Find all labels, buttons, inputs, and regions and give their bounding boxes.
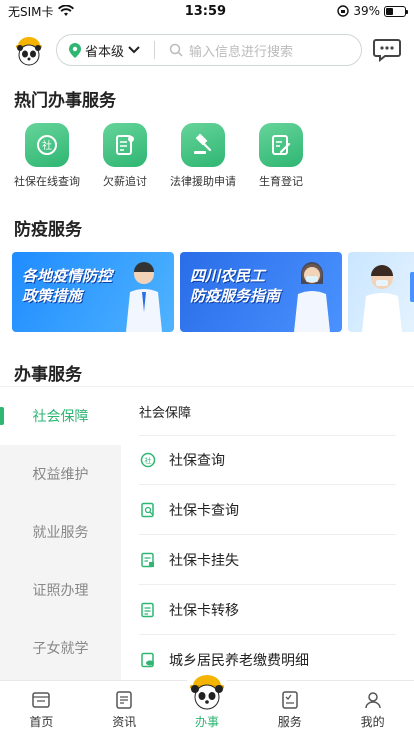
epidemic-banner-row: 各地疫情防控 政策措施 四川农民工 防疫服务指南: [0, 252, 414, 332]
service-label: 欠薪追讨: [103, 175, 147, 188]
region-selector[interactable]: 省本级: [69, 41, 140, 60]
category-employment[interactable]: 就业服务: [0, 503, 121, 561]
category-social-security[interactable]: 社会保障: [0, 387, 121, 445]
chat-bubble-icon: [373, 39, 401, 62]
card-report-icon: [141, 552, 154, 567]
search-bar[interactable]: 省本级 输入信息进行搜索: [56, 34, 362, 66]
service-birth-registration[interactable]: 生育登记: [242, 123, 320, 189]
epidemic-banner-more[interactable]: [348, 252, 414, 332]
service-wage-claim[interactable]: 欠薪追讨: [86, 123, 164, 189]
svg-text:社: 社: [42, 139, 52, 152]
list-item-card-transfer[interactable]: 社保卡转移: [139, 585, 396, 635]
affairs-title: 办事服务: [14, 365, 82, 385]
list-item-card-report-loss[interactable]: 社保卡挂失: [139, 535, 396, 585]
epidemic-banner-policy[interactable]: 各地疫情防控 政策措施: [12, 252, 174, 332]
service-label: 生育登记: [259, 175, 303, 188]
doctor-illustration: [362, 265, 414, 332]
wage-document-icon: [116, 135, 134, 155]
epidemic-title: 防疫服务: [14, 220, 82, 240]
legal-gavel-icon: [194, 133, 212, 154]
tab-home[interactable]: 首页: [0, 681, 83, 736]
header: 省本级 输入信息进行搜索: [0, 22, 414, 78]
tab-news[interactable]: 资讯: [83, 681, 166, 736]
list-item-pension-details[interactable]: 城乡居民养老缴费明细: [139, 635, 396, 682]
battery-percent: 39%: [353, 4, 380, 18]
tab-service[interactable]: 服务: [248, 681, 331, 736]
tab-label: 我的: [360, 715, 385, 729]
tab-label: 办事: [194, 715, 219, 729]
region-label: 省本级: [85, 44, 125, 60]
category-license[interactable]: 证照办理: [0, 561, 121, 619]
list-item-label: 社保查询: [169, 453, 225, 469]
social-security-icon: 社: [37, 135, 57, 155]
registration-form-icon: [272, 135, 291, 155]
list-item-social-security-query[interactable]: 社 社保查询: [139, 435, 396, 485]
location-pin-icon: [69, 42, 81, 58]
epidemic-banner-guide[interactable]: 四川农民工 防疫服务指南: [180, 252, 342, 332]
list-item-label: 社保卡查询: [169, 502, 239, 519]
orientation-lock-icon: [337, 5, 350, 17]
mascot-avatar[interactable]: [12, 33, 46, 67]
list-heading: 社会保障: [139, 405, 192, 421]
service-icon: [282, 691, 298, 709]
pension-icon: [141, 652, 154, 667]
status-time: 13:59: [184, 3, 227, 19]
category-rights-protection[interactable]: 权益维护: [0, 445, 121, 503]
nurse-illustration: [294, 262, 330, 332]
wifi-icon: [57, 5, 74, 16]
service-legal-aid[interactable]: 法律援助申请: [164, 123, 242, 189]
news-icon: [116, 691, 132, 709]
message-button[interactable]: [372, 35, 402, 65]
banner-line: 各地疫情防控: [22, 267, 113, 285]
card-transfer-icon: [141, 602, 154, 617]
list-item-card-query[interactable]: 社保卡查询: [139, 485, 396, 535]
svg-text:社: 社: [145, 456, 152, 465]
doctor-illustration: [126, 262, 162, 332]
hot-services-title: 热门办事服务: [14, 91, 116, 111]
list-item-label: 社保卡挂失: [169, 552, 239, 569]
affairs-category-nav: 社会保障 权益维护 就业服务 证照办理 子女就学: [0, 387, 121, 682]
search-input[interactable]: 输入信息进行搜索: [189, 41, 349, 60]
list-item-label: 城乡居民养老缴费明细: [169, 652, 309, 669]
chevron-down-icon: [128, 46, 140, 54]
hot-services-row: 社 社保在线查询 欠薪追讨 法律援助申请 生育登记: [0, 123, 414, 189]
profile-icon: [364, 692, 381, 709]
service-label: 法律援助申请: [170, 175, 236, 188]
card-search-icon: [141, 502, 154, 517]
carrier-text: 无SIM卡: [8, 4, 54, 19]
battery-icon: [383, 5, 408, 17]
service-social-security-query[interactable]: 社 社保在线查询: [8, 123, 86, 189]
service-label: 社保在线查询: [14, 175, 80, 188]
affairs-item-list: 社会保障 社 社保查询 社保卡查询 社保卡挂失 社保卡转移 城乡居民养老缴费明细: [121, 387, 414, 682]
list-item-label: 社保卡转移: [169, 602, 239, 619]
banner-line: 四川农民工: [190, 267, 266, 285]
tab-label: 首页: [29, 715, 54, 729]
tab-label: 资讯: [112, 715, 137, 729]
banner-line: 政策措施: [22, 287, 83, 305]
home-icon: [32, 692, 51, 708]
tab-label: 服务: [277, 715, 302, 729]
tab-profile[interactable]: 我的: [331, 681, 414, 736]
affairs-panel: 社会保障 权益维护 就业服务 证照办理 子女就学 社会保障 社 社保查询 社保卡…: [0, 386, 414, 682]
search-divider: [154, 41, 156, 59]
search-icon: [169, 43, 183, 57]
status-bar: 无SIM卡 13:59 39%: [0, 0, 414, 22]
social-security-icon: 社: [140, 452, 156, 468]
affairs-avatar-icon[interactable]: [185, 668, 229, 712]
banner-line: 防疫服务指南: [190, 287, 281, 305]
category-education[interactable]: 子女就学: [0, 619, 121, 677]
